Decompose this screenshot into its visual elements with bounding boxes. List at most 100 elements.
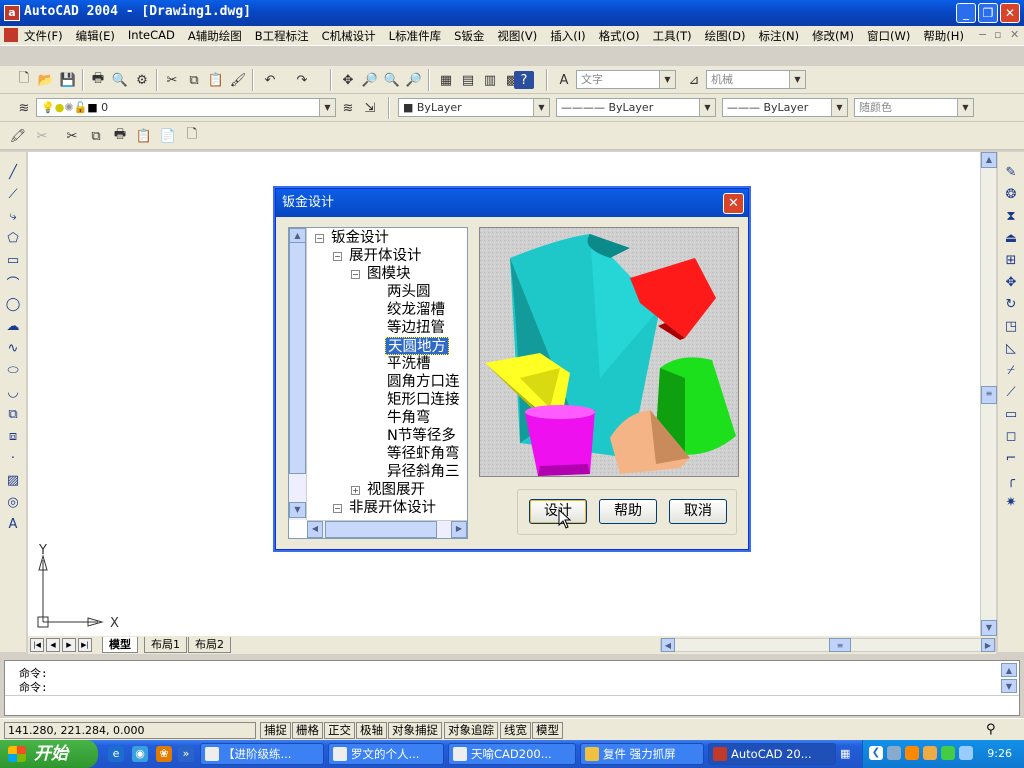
- coordinate-display[interactable]: 141.280, 221.284, 0.000: [4, 722, 256, 739]
- copy-object-icon[interactable]: ❂: [1001, 184, 1021, 204]
- menu-window[interactable]: 窗口(W): [867, 28, 910, 44]
- tree-scroll-left-icon[interactable]: ◀: [307, 521, 323, 538]
- tree-item-selected[interactable]: 天圆地方: [385, 337, 449, 355]
- zoom-window-icon[interactable]: 🔍: [382, 71, 402, 89]
- break-icon[interactable]: ▭: [1001, 404, 1021, 424]
- explode-icon[interactable]: ✷: [1001, 492, 1021, 512]
- print-icon[interactable]: 🖶: [88, 71, 108, 89]
- cancel-button[interactable]: 取消: [669, 499, 727, 524]
- autocad-app-icon[interactable]: a: [4, 5, 20, 21]
- text-style-combo[interactable]: 文字 ▼: [576, 70, 676, 89]
- menu-dimension[interactable]: 标注(N): [758, 28, 799, 44]
- polar-toggle[interactable]: 极轴: [356, 722, 387, 739]
- task-screen-capture[interactable]: 复件 强力抓屏: [580, 743, 704, 765]
- layer-manager-icon[interactable]: ≋: [14, 99, 34, 117]
- collapse-icon[interactable]: −: [351, 270, 360, 279]
- spline-icon[interactable]: ∿: [3, 338, 23, 358]
- insert-block-icon[interactable]: ⧉: [3, 404, 23, 424]
- tab-layout1[interactable]: 布局1: [144, 637, 187, 653]
- restore-button[interactable]: ❐: [978, 3, 998, 23]
- copy-clip-icon[interactable]: ⧉: [86, 127, 106, 145]
- break-at-point-icon[interactable]: ◻: [1001, 426, 1021, 446]
- tree-item[interactable]: 异径斜角三: [387, 463, 460, 481]
- mirror-icon[interactable]: ⧗: [1001, 206, 1021, 226]
- menu-std-parts[interactable]: L标准件库: [389, 28, 441, 44]
- menu-view[interactable]: 视图(V): [497, 28, 537, 44]
- tree-scroll-right-icon[interactable]: ▶: [451, 521, 467, 538]
- comm-center-icon[interactable]: ⚲: [986, 722, 996, 737]
- tree-item[interactable]: 等边扭管: [387, 319, 445, 337]
- menu-insert[interactable]: 插入(I): [550, 28, 585, 44]
- help-button[interactable]: 帮助: [599, 499, 657, 524]
- fillet-icon[interactable]: ╭: [1001, 470, 1021, 490]
- polygon-icon[interactable]: ⬠: [3, 228, 23, 248]
- tree-horizontal-scrollbar[interactable]: ◀ ▶: [307, 520, 467, 538]
- ortho-toggle[interactable]: 正交: [324, 722, 355, 739]
- menu-eng-dim[interactable]: B工程标注: [255, 28, 309, 44]
- ellipse-arc-icon[interactable]: ◡: [3, 382, 23, 402]
- color-combo[interactable]: ■ ByLayer ▼: [398, 98, 550, 117]
- line-icon[interactable]: ╱: [3, 162, 23, 182]
- tree-item[interactable]: 等径虾角弯: [387, 445, 460, 463]
- media-icon[interactable]: ❀: [156, 746, 172, 762]
- menu-help[interactable]: 帮助(H): [923, 28, 964, 44]
- region-icon[interactable]: ◎: [3, 492, 23, 512]
- menu-intecad[interactable]: InteCAD: [128, 28, 175, 44]
- scroll-thumb[interactable]: ≡: [981, 386, 997, 404]
- horizontal-scrollbar[interactable]: ◀ ≡ ▶: [660, 638, 996, 652]
- circle-icon[interactable]: ◯: [3, 294, 23, 314]
- osnap-toggle[interactable]: 对象捕捉: [388, 722, 442, 739]
- offset-icon[interactable]: ⏏: [1001, 228, 1021, 248]
- snap-toggle[interactable]: 捕捉: [260, 722, 291, 739]
- mdi-close-button[interactable]: ✕: [1010, 28, 1019, 41]
- menu-tools[interactable]: 工具(T): [653, 28, 692, 44]
- tray-app-icon[interactable]: [905, 746, 919, 760]
- scroll-down-icon[interactable]: ▼: [981, 620, 997, 636]
- redo-icon[interactable]: ↷: [292, 71, 312, 89]
- zoom-realtime-icon[interactable]: 🔎: [360, 71, 380, 89]
- polyline-icon[interactable]: ⤷: [3, 206, 23, 226]
- new-icon[interactable]: 🗋: [14, 71, 34, 89]
- task-tianyu-cad[interactable]: 天喻CAD200...: [448, 743, 576, 765]
- lineweight-combo[interactable]: ——— ByLayer ▼: [722, 98, 848, 117]
- paste-clip-icon[interactable]: 📋: [134, 127, 154, 145]
- dim-style-icon[interactable]: ⊿: [684, 71, 704, 89]
- ie-icon[interactable]: e: [108, 746, 124, 762]
- undo-icon[interactable]: ↶: [260, 71, 280, 89]
- copy-icon[interactable]: ⧉: [184, 71, 204, 89]
- last-tab-icon[interactable]: ▶|: [78, 638, 92, 652]
- tab-model[interactable]: 模型: [102, 637, 138, 653]
- scroll-up-icon[interactable]: ▲: [981, 152, 997, 168]
- scale-icon[interactable]: ◳: [1001, 316, 1021, 336]
- pan-icon[interactable]: ✥: [338, 71, 358, 89]
- tree-item[interactable]: 牛角弯: [387, 409, 431, 427]
- tree-item[interactable]: 平洗槽: [387, 355, 431, 373]
- start-button[interactable]: 开始: [0, 740, 98, 768]
- cmd-scroll-up-icon[interactable]: ▲: [1001, 663, 1017, 677]
- task-autocad[interactable]: AutoCAD 20...: [708, 743, 836, 765]
- erase-icon[interactable]: ✎: [1001, 162, 1021, 182]
- make-block-icon[interactable]: ⧈: [3, 426, 23, 446]
- tree-root[interactable]: 钣金设计: [331, 229, 389, 247]
- minimize-button[interactable]: _: [956, 3, 976, 23]
- document-icon[interactable]: [4, 28, 18, 42]
- tree-module[interactable]: 图模块: [367, 265, 411, 283]
- print-clip-icon[interactable]: 🖶: [110, 127, 130, 145]
- tree-vertical-scrollbar[interactable]: ▲ ▼: [289, 228, 307, 520]
- save-icon[interactable]: 💾: [58, 71, 78, 89]
- task-forum-1[interactable]: 【进阶级练...: [200, 743, 324, 765]
- tree-unfold-design[interactable]: 展开体设计: [349, 247, 422, 265]
- match-properties-icon[interactable]: 🖌: [228, 71, 248, 89]
- tree-h-thumb[interactable]: [325, 521, 437, 538]
- new-doc-icon[interactable]: 🗋: [182, 127, 202, 145]
- vertical-scrollbar[interactable]: ▲ ≡ ▼: [980, 152, 997, 636]
- close-button[interactable]: ✕: [1000, 3, 1020, 23]
- collapse-icon[interactable]: −: [333, 252, 342, 261]
- tree-item[interactable]: 圆角方口连: [387, 373, 460, 391]
- text-icon[interactable]: A: [3, 514, 23, 534]
- tree-item[interactable]: 绞龙溜槽: [387, 301, 445, 319]
- text-style-icon[interactable]: A: [554, 71, 574, 89]
- first-tab-icon[interactable]: |◀: [30, 638, 44, 652]
- stretch-icon[interactable]: ◺: [1001, 338, 1021, 358]
- ellipse-icon[interactable]: ⬭: [3, 360, 23, 380]
